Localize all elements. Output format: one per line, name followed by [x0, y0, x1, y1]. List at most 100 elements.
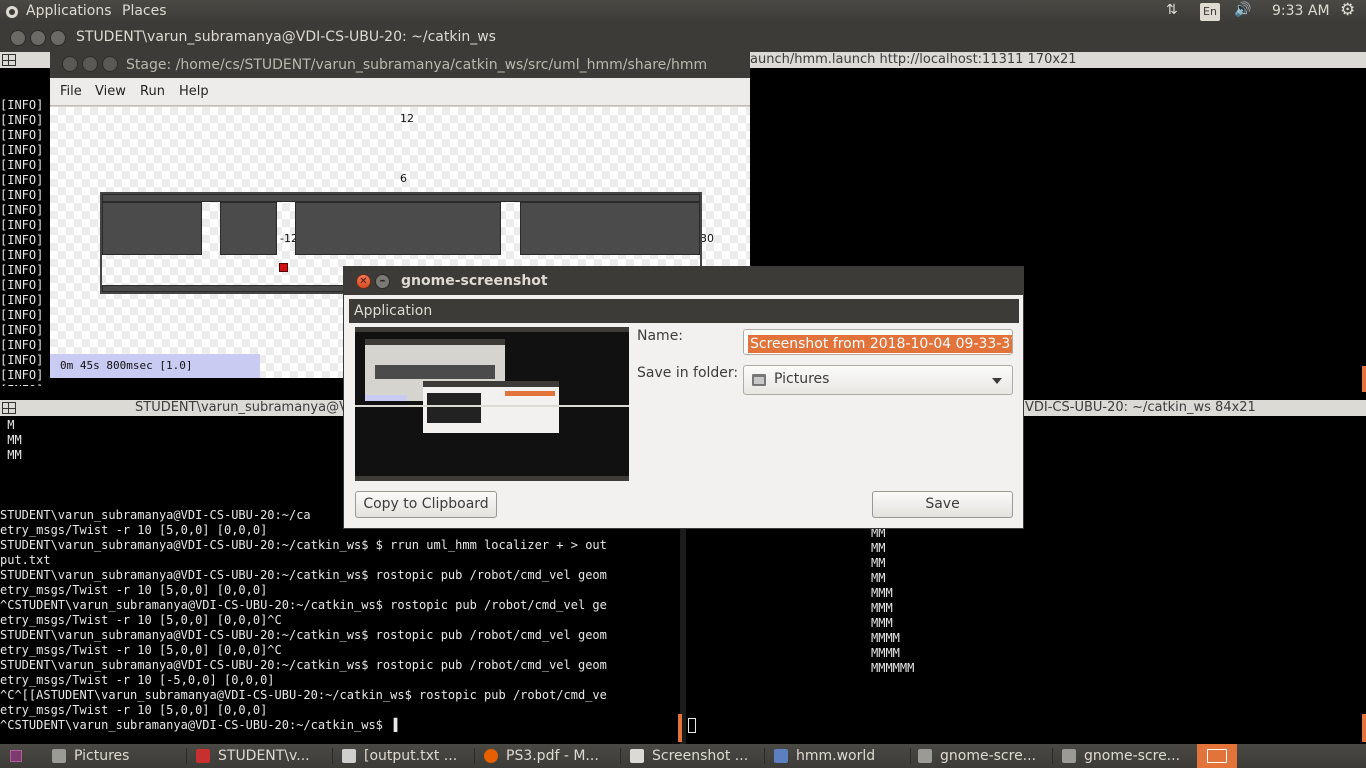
minimize-icon[interactable]: [82, 56, 98, 72]
log-line: [INFO]: [0, 203, 44, 217]
log-line: [INFO]: [0, 248, 44, 262]
stage-status-bar: 0m 45s 800msec [1.0]: [50, 354, 260, 378]
task-hmm-world[interactable]: hmm.world: [774, 744, 904, 768]
filename-input[interactable]: Screenshot from 2018-10-04 09-33-37.p: [743, 329, 1013, 355]
network-icon[interactable]: ⇅: [1166, 2, 1178, 18]
task-terminal[interactable]: STUDENT\v...: [196, 744, 326, 768]
task-gnome-screenshot-1[interactable]: gnome-scre...: [918, 744, 1048, 768]
document-icon: [774, 749, 788, 763]
log-line: [INFO]: [0, 338, 44, 352]
log-line: [INFO]: [0, 113, 44, 127]
stage-window-title: Stage: /home/cs/STUDENT/varun_subramanya…: [126, 57, 708, 73]
scrollbar-indicator[interactable]: [1362, 714, 1366, 742]
taskbar-separator: [186, 748, 187, 764]
robot-marker[interactable]: [279, 263, 288, 272]
minimize-icon[interactable]: –: [375, 274, 390, 289]
log-line: [INFO]: [0, 218, 44, 232]
terminal-cursor: [688, 718, 696, 733]
save-in-folder-label: Save in folder:: [637, 365, 739, 381]
text-editor-icon: [342, 749, 356, 763]
task-output-txt[interactable]: [output.txt ...: [342, 744, 468, 768]
workspace-switcher[interactable]: [1197, 744, 1237, 768]
image-viewer-icon: [630, 749, 644, 763]
camera-icon: [1062, 749, 1076, 763]
task-label: hmm.world: [796, 748, 876, 764]
workspace-icon: [1207, 749, 1227, 763]
log-line: [INFO]: [0, 173, 44, 187]
dialog-title: gnome-screenshot: [401, 273, 548, 289]
maximize-icon[interactable]: [50, 30, 66, 46]
application-header: Application: [349, 299, 1019, 323]
obstacle-4: [520, 202, 700, 255]
dialog-titlebar[interactable]: ✕ – gnome-screenshot: [344, 267, 1023, 295]
minimize-icon[interactable]: [30, 30, 46, 46]
camera-icon: [918, 749, 932, 763]
gnome-screenshot-dialog: ✕ – gnome-screenshot Application Name: S…: [343, 266, 1024, 529]
places-menu[interactable]: Places: [122, 3, 167, 19]
axis-label-6: 6: [400, 172, 407, 185]
log-line: [INFO]: [0, 233, 44, 247]
task-pictures[interactable]: Pictures: [52, 744, 182, 768]
info-log-lines: [INFO] [INFO] [INFO] [INFO] [INFO] [INFO] [INF…: [0, 98, 50, 386]
axis-label-12: 12: [400, 112, 414, 125]
taskbar-separator: [332, 748, 333, 764]
show-desktop-icon[interactable]: [10, 750, 22, 762]
scrollbar-indicator[interactable]: [678, 714, 682, 742]
terminal-window-titlebar[interactable]: STUDENT\varun_subramanya@VDI-CS-UBU-20: …: [0, 24, 1366, 52]
log-line: [INFO]: [0, 98, 44, 112]
log-line: [INFO]: [0, 128, 44, 142]
stage-titlebar[interactable]: Stage: /home/cs/STUDENT/varun_subramanya…: [50, 52, 750, 78]
menu-help[interactable]: Help: [179, 84, 209, 99]
keyboard-layout-indicator[interactable]: En: [1200, 3, 1220, 21]
menu-file[interactable]: File: [60, 84, 82, 99]
copy-to-clipboard-button[interactable]: Copy to Clipboard: [355, 491, 497, 518]
save-button[interactable]: Save: [872, 491, 1013, 518]
task-label: [output.txt ...: [364, 748, 458, 764]
taskbar-separator: [620, 748, 621, 764]
task-label: gnome-scre...: [940, 748, 1037, 764]
close-icon[interactable]: [10, 30, 26, 46]
log-line: [INFO]: [0, 308, 44, 322]
taskbar-separator: [1052, 748, 1053, 764]
ubuntu-logo-icon[interactable]: [6, 6, 18, 18]
maximize-icon[interactable]: [102, 56, 118, 72]
menu-run[interactable]: Run: [140, 84, 165, 99]
log-line: [INFO]: [0, 278, 44, 292]
task-ps3-pdf[interactable]: PS3.pdf - M...: [484, 744, 614, 768]
firefox-icon: [484, 749, 498, 763]
task-screenshot[interactable]: Screenshot ...: [630, 744, 756, 768]
folder-icon: [752, 374, 766, 386]
stage-menubar: File View Run Help: [50, 78, 750, 106]
log-line: [INFO]: [0, 383, 50, 386]
obstacle-1: [102, 202, 202, 255]
settings-gear-icon[interactable]: ⚙: [1340, 0, 1355, 20]
task-gnome-screenshot-2[interactable]: gnome-scre...: [1062, 744, 1192, 768]
terminal-top-left-output[interactable]: [INFO] [INFO] [INFO] [INFO] [INFO] [INFO] [INF…: [0, 68, 50, 386]
scrollbar-indicator[interactable]: [1362, 366, 1366, 392]
folder-icon: [52, 749, 66, 763]
split-pane-icon[interactable]: [2, 54, 16, 66]
save-folder-dropdown[interactable]: Pictures: [743, 365, 1013, 395]
log-line: [INFO]: [0, 263, 44, 277]
taskbar-separator: [764, 748, 765, 764]
screenshot-preview: [355, 327, 629, 481]
wall-top: [102, 194, 700, 202]
name-label: Name:: [637, 328, 684, 344]
close-icon[interactable]: [62, 56, 78, 72]
menu-view[interactable]: View: [95, 84, 126, 99]
volume-icon[interactable]: 🔊: [1234, 2, 1251, 18]
applications-menu[interactable]: Applications: [26, 3, 112, 19]
task-label: STUDENT\v...: [218, 748, 310, 764]
close-icon[interactable]: ✕: [356, 274, 371, 289]
top-panel: Applications Places ⇅ En 🔊 9:33 AM ⚙: [0, 0, 1366, 24]
log-line: [INFO]: [0, 323, 44, 337]
chevron-down-icon: [992, 378, 1002, 384]
clock[interactable]: 9:33 AM: [1272, 3, 1330, 19]
log-line: [INFO]: [0, 368, 44, 382]
folder-value: Pictures: [774, 371, 830, 387]
log-line: [INFO]: [0, 143, 44, 157]
terminal-pane-title: aunch/hmm.launch http://localhost:11311 …: [750, 52, 1077, 67]
obstacle-2: [220, 202, 277, 255]
log-line: [INFO]: [0, 158, 44, 172]
split-pane-icon[interactable]: [2, 402, 16, 414]
